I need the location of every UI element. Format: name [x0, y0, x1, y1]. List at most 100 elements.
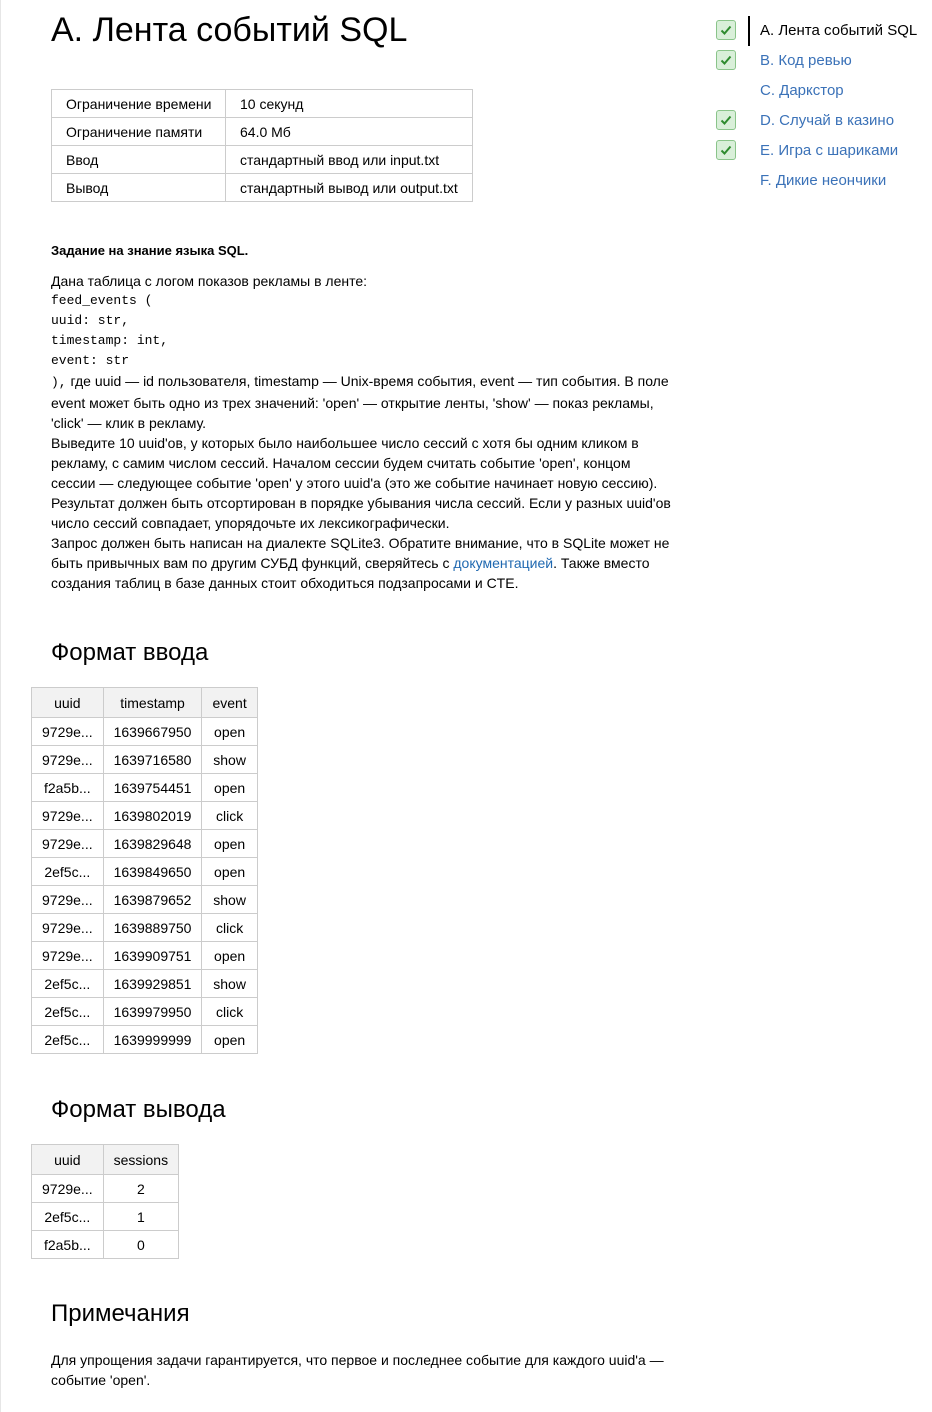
- table-cell: 9729e...: [31, 941, 104, 970]
- table-cell: 1639909751: [102, 941, 203, 970]
- table-cell: open: [201, 1025, 258, 1054]
- table-cell: f2a5b...: [31, 773, 104, 802]
- table-cell: 9729e...: [31, 745, 104, 774]
- toc-item[interactable]: B. Код ревью: [716, 46, 926, 76]
- problem-statement: Задание на знание языка SQL. Дана таблиц…: [51, 241, 676, 593]
- table-cell: open: [201, 857, 258, 886]
- table-cell: 9729e...: [31, 1174, 104, 1203]
- statement-desc-text: где uuid — id пользователя, timestamp — …: [51, 373, 669, 431]
- limits-row: Ограничение памяти 64.0 Мб: [51, 117, 473, 146]
- limit-label: Ограничение времени: [51, 89, 226, 118]
- code-line: feed_events (: [51, 293, 153, 308]
- problem-title: A. Лента событий SQL: [51, 11, 408, 49]
- toc-item-label[interactable]: B. Код ревью: [760, 46, 852, 76]
- table-cell: f2a5b...: [31, 1230, 104, 1259]
- table-cell: 2ef5c...: [31, 969, 104, 998]
- table-row: 2ef5c... 1639979950 click: [31, 997, 258, 1026]
- column-header: event: [201, 687, 258, 718]
- toc-item[interactable]: E. Игра с шариками: [716, 136, 926, 166]
- check-icon: [716, 140, 736, 160]
- toc-item[interactable]: D. Случай в казино: [716, 106, 926, 136]
- table-cell: 2ef5c...: [31, 857, 104, 886]
- table-cell: 1639879652: [102, 885, 203, 914]
- table-cell: show: [201, 885, 258, 914]
- table-cell: click: [201, 913, 258, 942]
- toc-item-label[interactable]: F. Дикие неончики: [760, 166, 886, 196]
- limit-label: Ввод: [51, 145, 226, 174]
- table-cell: 9729e...: [31, 801, 104, 830]
- toc-item-label[interactable]: E. Игра с шариками: [760, 136, 898, 166]
- table-cell: open: [201, 829, 258, 858]
- table-cell: 1639929851: [102, 969, 203, 998]
- table-row: 2ef5c... 1639999999 open: [31, 1025, 258, 1054]
- table-cell: 2ef5c...: [31, 1202, 104, 1231]
- statement-heading: Задание на знание языка SQL.: [51, 243, 249, 258]
- limit-value: 10 секунд: [225, 89, 473, 118]
- table-row: 2ef5c... 1639849650 open: [31, 857, 258, 886]
- table-cell: click: [201, 801, 258, 830]
- toc-item[interactable]: C. Даркстор: [716, 76, 926, 106]
- problem-navigation: A. Лента событий SQL B. Код ревью C. Даркс…: [716, 16, 926, 196]
- table-cell: 1: [102, 1202, 180, 1231]
- input-example-table: uuid timestamp event 9729e... 1639667950 o…: [31, 687, 258, 1054]
- table-cell: 2ef5c...: [31, 997, 104, 1026]
- column-header: uuid: [31, 687, 104, 718]
- table-cell: 1639667950: [102, 717, 203, 746]
- limits-row: Ввод стандартный ввод или input.txt: [51, 145, 473, 174]
- table-cell: 1639999999: [102, 1025, 203, 1054]
- page-left-border: [0, 0, 1, 1412]
- statement-description: ), где uuid — id пользователя, timestamp…: [51, 371, 676, 433]
- table-cell: 9729e...: [31, 717, 104, 746]
- limit-value: стандартный ввод или input.txt: [225, 145, 473, 174]
- active-indicator: [748, 16, 750, 46]
- documentation-link[interactable]: документацией: [453, 555, 553, 571]
- table-cell: 1639716580: [102, 745, 203, 774]
- table-row: 2ef5c... 1639929851 show: [31, 969, 258, 998]
- toc-item-label[interactable]: D. Случай в казино: [760, 106, 894, 136]
- check-icon: [716, 110, 736, 130]
- toc-item-label[interactable]: C. Даркстор: [760, 76, 844, 106]
- toc-item-label[interactable]: A. Лента событий SQL: [760, 16, 917, 46]
- code-line: event: str: [51, 353, 130, 368]
- toc-item[interactable]: F. Дикие неончики: [716, 166, 926, 196]
- limits-table: Ограничение времени 10 секунд Ограничени…: [51, 89, 473, 202]
- code-close: ),: [51, 375, 67, 390]
- table-row: f2a5b... 0: [31, 1230, 180, 1259]
- table-header-row: uuid timestamp event: [31, 687, 258, 718]
- column-header: uuid: [31, 1144, 104, 1175]
- table-cell: open: [201, 717, 258, 746]
- table-cell: 1639754451: [102, 773, 203, 802]
- table-row: 9729e... 1639802019 click: [31, 801, 258, 830]
- limit-label: Вывод: [51, 173, 226, 202]
- table-header-row: uuid sessions: [31, 1144, 180, 1175]
- toc-item[interactable]: A. Лента событий SQL: [716, 16, 926, 46]
- table-cell: 1639889750: [102, 913, 203, 942]
- table-cell: show: [201, 969, 258, 998]
- table-cell: 1639829648: [102, 829, 203, 858]
- statement-task: Выведите 10 uuid'ов, у которых было наиб…: [51, 435, 671, 531]
- limit-value: стандартный вывод или output.txt: [225, 173, 473, 202]
- table-row: 9729e... 1639889750 click: [31, 913, 258, 942]
- table-row: 9729e... 1639667950 open: [31, 717, 258, 746]
- table-row: 2ef5c... 1: [31, 1202, 180, 1231]
- check-icon: [716, 20, 736, 40]
- output-format-heading: Формат вывода: [51, 1096, 226, 1123]
- table-row: 9729e... 1639716580 show: [31, 745, 258, 774]
- output-example-table: uuid sessions 9729e... 2 2ef5c... 1 f2a5b...…: [31, 1144, 180, 1259]
- table-cell: 2: [102, 1174, 180, 1203]
- table-row: 9729e... 1639909751 open: [31, 941, 258, 970]
- table-cell: 0: [102, 1230, 180, 1259]
- column-header: timestamp: [102, 687, 203, 718]
- table-cell: 9729e...: [31, 829, 104, 858]
- table-cell: 1639802019: [102, 801, 203, 830]
- limits-row: Вывод стандартный вывод или output.txt: [51, 173, 473, 202]
- statement-intro: Дана таблица с логом показов рекламы в л…: [51, 273, 368, 289]
- column-header: sessions: [102, 1144, 180, 1175]
- table-cell: 9729e...: [31, 913, 104, 942]
- statement-sqlite-note: Запрос должен быть написан на диалекте S…: [51, 533, 676, 593]
- table-row: 9729e... 2: [31, 1174, 180, 1203]
- limits-row: Ограничение времени 10 секунд: [51, 89, 473, 118]
- table-cell: 2ef5c...: [31, 1025, 104, 1054]
- table-cell: 9729e...: [31, 885, 104, 914]
- code-line: uuid: str,: [51, 313, 130, 328]
